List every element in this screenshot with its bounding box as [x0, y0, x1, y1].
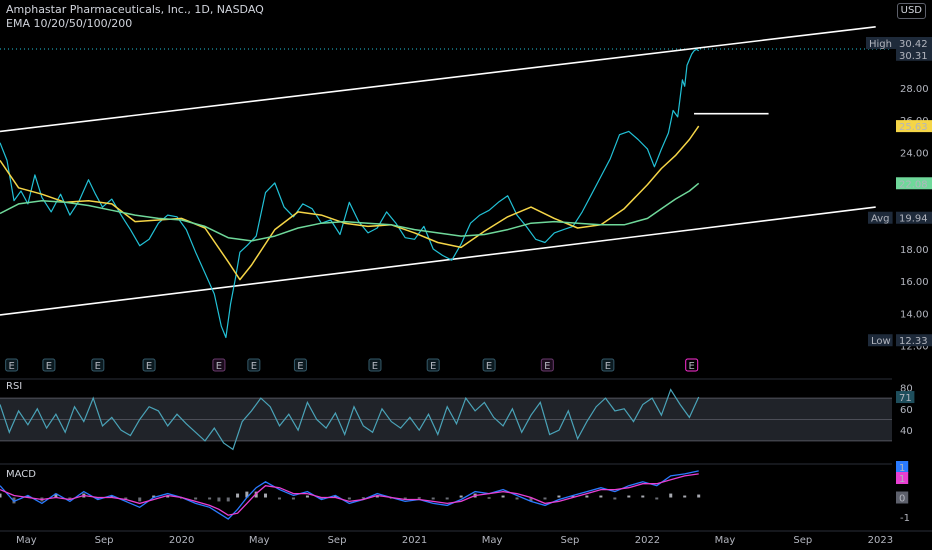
macd-histogram-bar-49: [655, 497, 659, 500]
low-tag: Low: [871, 336, 891, 347]
price-tick-8: 28.00: [900, 84, 929, 95]
macd-title: MACD: [6, 469, 36, 480]
time-tick-6: May: [482, 535, 503, 546]
macd-histogram-bar-52: [697, 494, 701, 498]
macd-histogram-bar-16: [217, 497, 221, 502]
trend-line-0[interactable]: [0, 25, 876, 133]
rsi-tick-0: 40: [900, 426, 913, 437]
earnings-marker-label-4: E: [216, 361, 222, 372]
earnings-marker-label-6: E: [297, 361, 303, 372]
price-tick-6: 24.00: [900, 148, 929, 159]
series-ema-long: [0, 182, 700, 242]
high-value: 30.42: [899, 39, 928, 50]
macd-histogram-bar-33: [431, 497, 435, 500]
rsi-last-value: 71: [899, 393, 912, 404]
macd-histogram-bar-41: [543, 497, 547, 500]
avg-tag: Avg: [871, 214, 890, 225]
macd-tick-0: -1: [900, 513, 910, 524]
rsi-tick-1: 60: [900, 405, 913, 416]
earnings-marker-label-9: E: [486, 361, 492, 372]
ema-long-value: 22.08: [899, 179, 928, 190]
earnings-marker-label-8: E: [430, 361, 436, 372]
series-signal: [0, 473, 699, 516]
last-value: 30.31: [899, 51, 928, 62]
time-axis: May Sep 2020 May Sep 2021 May Sep 2022 May Sep 2023: [0, 530, 932, 546]
macd-histogram-bar-46: [613, 497, 617, 500]
price-tick-3: 18.00: [900, 245, 929, 256]
earnings-marker-label-7: E: [372, 361, 378, 372]
rsi-title: RSI: [6, 381, 22, 392]
macd-histogram-bar-17: [226, 497, 230, 502]
time-tick-4: Sep: [328, 535, 347, 546]
ema-short-value: 25.63: [899, 122, 928, 133]
macd-histogram-bar-0: [0, 493, 2, 498]
macd-histogram-bar-15: [208, 497, 212, 500]
signal-last-value: 1: [899, 474, 905, 485]
macd-histogram-bar-32: [417, 497, 421, 499]
macd-histogram-bar-42: [557, 495, 561, 498]
macd-histogram-bar-48: [641, 495, 645, 498]
time-tick-11: 2023: [868, 535, 893, 546]
time-tick-9: May: [715, 535, 736, 546]
chart-canvas[interactable]: 12.0014.0016.0018.0020.0022.0024.0026.00…: [0, 0, 932, 550]
macd-histogram-bar-14: [194, 497, 198, 500]
time-tick-1: Sep: [95, 535, 114, 546]
macd-histogram-bar-24: [305, 495, 309, 498]
earnings-marker-label-0: E: [8, 361, 14, 372]
macd-histogram-bar-37: [487, 497, 491, 499]
macd-histogram-bar-45: [599, 495, 603, 498]
earnings-marker-label-1: E: [46, 361, 52, 372]
macd-histogram-bar-39: [515, 497, 519, 500]
earnings-marker-label-5: E: [251, 361, 257, 372]
macd-histogram-bar-23: [291, 497, 295, 500]
time-tick-3: May: [249, 535, 270, 546]
macd-histogram-bar-18: [236, 493, 240, 498]
avg-value: 19.94: [899, 214, 928, 225]
macd-histogram-bar-10: [138, 497, 142, 502]
trend-line-1[interactable]: [0, 206, 876, 316]
macd-histogram-bar-34: [445, 497, 449, 500]
price-tick-2: 16.00: [900, 277, 929, 288]
macd-histogram-bar-27: [347, 497, 351, 500]
macd-histogram-bar-38: [501, 495, 505, 498]
series-macd: [0, 470, 699, 520]
time-tick-0: May: [16, 535, 37, 546]
macd-histogram-bar-35: [459, 495, 463, 498]
price-tick-1: 14.00: [900, 309, 929, 320]
low-value: 12.33: [899, 336, 928, 347]
macd-histogram-bar-21: [264, 493, 268, 498]
earnings-marker-label-3: E: [146, 361, 152, 372]
macd-histogram-bar-51: [683, 495, 687, 498]
macd-histogram-bar-44: [585, 495, 589, 498]
earnings-marker-label-12: E: [689, 361, 695, 372]
time-tick-2: 2020: [169, 535, 194, 546]
time-tick-5: 2021: [402, 535, 427, 546]
macd-histogram-bar-47: [627, 495, 631, 498]
time-tick-10: Sep: [793, 535, 812, 546]
time-tick-7: Sep: [560, 535, 579, 546]
price-pane: 12.0014.0016.0018.0020.0022.0024.0026.00…: [0, 25, 929, 372]
earnings-marker-label-2: E: [95, 361, 101, 372]
time-tick-8: 2022: [635, 535, 660, 546]
macd-histogram-bar-50: [669, 493, 673, 498]
macd-pane: -1 0 MACD: [0, 463, 910, 524]
earnings-marker-label-11: E: [605, 361, 611, 372]
rsi-pane: 406080RSI: [0, 378, 913, 451]
high-tag: High: [869, 39, 892, 50]
macd-histogram-bar-22: [277, 497, 281, 500]
histogram-last-value: 0: [899, 494, 905, 505]
earnings-marker-label-10: E: [544, 361, 550, 372]
series-price: [0, 48, 700, 339]
